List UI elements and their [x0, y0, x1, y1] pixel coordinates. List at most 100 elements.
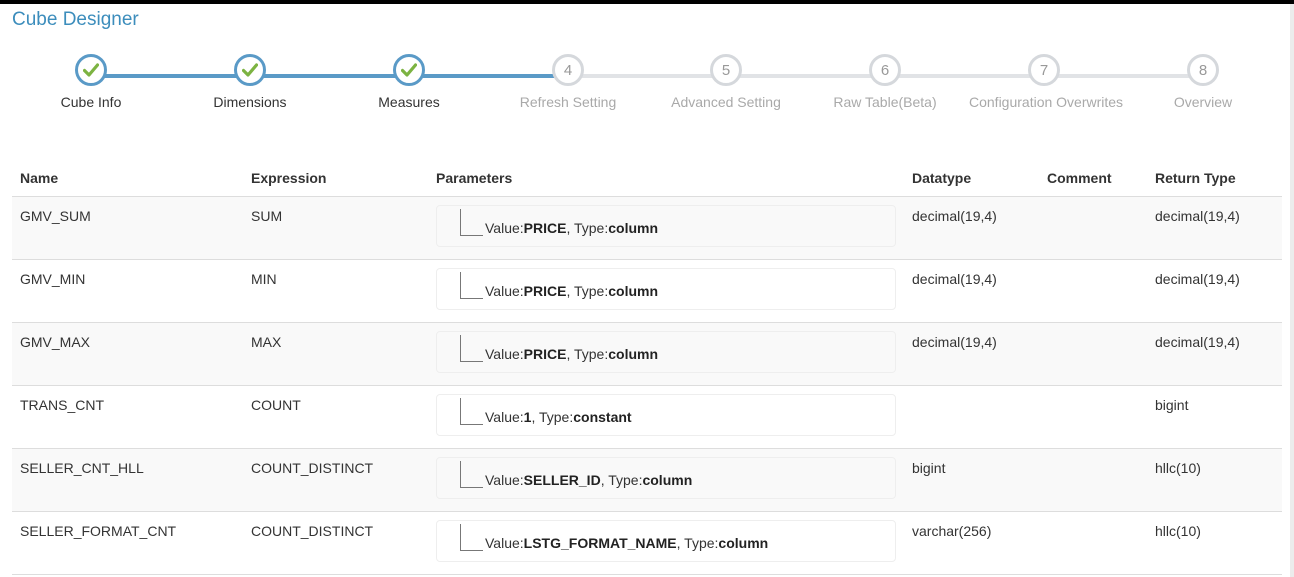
table-row[interactable]: TRANS_CNT COUNT Value:1, Type:constant bigi…: [12, 385, 1282, 448]
parameter-type: column: [718, 535, 769, 551]
parameter-value: PRICE: [523, 220, 567, 236]
measure-name: SELLER_FORMAT_CNT: [20, 523, 177, 539]
wizard-step-3[interactable]: Measures: [334, 54, 484, 110]
measures-table: Name Expression Parameters Datatype Comm…: [12, 160, 1282, 574]
measure-return-type: bigint: [1155, 397, 1189, 413]
measure-expression: SUM: [251, 208, 283, 224]
measure-expression: MIN: [251, 271, 277, 287]
parameter-value: PRICE: [523, 283, 567, 299]
parameter-tree: Value:PRICE, Type:column: [436, 331, 896, 373]
measure-datatype: decimal(19,4): [912, 208, 997, 224]
tree-connector: [460, 398, 483, 425]
parameter-tree: Value:1, Type:constant: [436, 394, 896, 436]
parameter-type: column: [608, 346, 659, 362]
parameter-value: SELLER_ID: [523, 472, 601, 488]
tree-connector: [460, 524, 483, 551]
parameter-tree: Value:SELLER_ID, Type:column: [436, 457, 896, 499]
tree-connector: [460, 335, 483, 362]
measure-name: SELLER_CNT_HLL: [20, 460, 144, 476]
measure-expression: COUNT: [251, 397, 301, 413]
wizard-steps: Cube Info Dimensions Measures 4 Refresh Sett…: [12, 54, 1282, 124]
wizard-step-1[interactable]: Cube Info: [16, 54, 166, 110]
table-row[interactable]: SELLER_FORMAT_CNT COUNT_DISTINCT Value:LST…: [12, 511, 1282, 574]
wizard-step-6[interactable]: 6 Raw Table(Beta): [810, 54, 960, 110]
type-prefix: , Type:: [600, 472, 643, 488]
check-icon[interactable]: [234, 54, 266, 86]
wizard-step-label: Dimensions: [213, 94, 287, 110]
measure-name: GMV_MIN: [20, 271, 86, 287]
header-expression: Expression: [251, 170, 327, 186]
table-row[interactable]: GMV_MIN MIN Value:PRICE, Type:column decima…: [12, 259, 1282, 322]
check-icon[interactable]: [75, 54, 107, 86]
parameter-text: Value:SELLER_ID, Type:column: [485, 472, 692, 488]
measure-datatype: varchar(256): [912, 523, 992, 539]
tree-connector: [460, 272, 483, 299]
measure-return-type: hllc(10): [1155, 460, 1201, 476]
type-prefix: , Type:: [566, 220, 609, 236]
parameter-text: Value:PRICE, Type:column: [485, 346, 658, 362]
table-body: GMV_SUM SUM Value:PRICE, Type:column decima…: [12, 196, 1282, 574]
wizard-step-label: Cube Info: [60, 94, 122, 110]
parameter-type: column: [608, 283, 659, 299]
value-prefix: Value:: [485, 283, 524, 299]
page-title: Cube Designer: [12, 9, 139, 30]
wizard-step-4[interactable]: 4 Refresh Setting: [493, 54, 643, 110]
value-prefix: Value:: [485, 472, 524, 488]
scrollbar-track[interactable]: [1290, 4, 1294, 577]
parameter-text: Value:PRICE, Type:column: [485, 283, 658, 299]
value-prefix: Value:: [485, 535, 524, 551]
step-number[interactable]: 6: [869, 54, 901, 86]
header-datatype: Datatype: [912, 170, 972, 186]
parameter-tree: Value:LSTG_FORMAT_NAME, Type:column: [436, 520, 896, 562]
wizard-step-label: Advanced Setting: [671, 94, 781, 110]
table-row[interactable]: GMV_SUM SUM Value:PRICE, Type:column decima…: [12, 196, 1282, 259]
type-prefix: , Type:: [566, 283, 609, 299]
type-prefix: , Type:: [676, 535, 719, 551]
measure-expression: COUNT_DISTINCT: [251, 523, 374, 539]
header-return-type: Return Type: [1155, 170, 1236, 186]
step-number[interactable]: 8: [1187, 54, 1219, 86]
wizard-step-label: Raw Table(Beta): [833, 94, 937, 110]
parameter-value: LSTG_FORMAT_NAME: [523, 535, 677, 551]
measure-return-type: decimal(19,4): [1155, 334, 1240, 350]
parameter-type: column: [608, 220, 659, 236]
wizard-step-label: Refresh Setting: [519, 94, 617, 110]
wizard-step-label: Overview: [1173, 94, 1233, 110]
table-header: Name Expression Parameters Datatype Comm…: [12, 160, 1282, 196]
wizard-step-label: Measures: [378, 94, 440, 110]
header-comment: Comment: [1047, 170, 1112, 186]
wizard-step-label: Configuration Overwrites: [969, 94, 1124, 110]
value-prefix: Value:: [485, 346, 524, 362]
window-top-border: [0, 0, 1294, 4]
table-row[interactable]: GMV_MAX MAX Value:PRICE, Type:column decima…: [12, 322, 1282, 385]
parameter-type: column: [642, 472, 693, 488]
parameter-text: Value:1, Type:constant: [485, 409, 632, 425]
parameter-tree: Value:PRICE, Type:column: [436, 205, 896, 247]
step-number[interactable]: 5: [710, 54, 742, 86]
tree-connector: [460, 209, 483, 236]
parameter-text: Value:LSTG_FORMAT_NAME, Type:column: [485, 535, 768, 551]
step-number[interactable]: 7: [1028, 54, 1060, 86]
wizard-step-2[interactable]: Dimensions: [175, 54, 325, 110]
wizard-step-5[interactable]: 5 Advanced Setting: [651, 54, 801, 110]
header-parameters: Parameters: [436, 170, 513, 186]
measure-datatype: decimal(19,4): [912, 271, 997, 287]
type-prefix: , Type:: [566, 346, 609, 362]
value-prefix: Value:: [485, 220, 524, 236]
step-number[interactable]: 4: [552, 54, 584, 86]
value-prefix: Value:: [485, 409, 524, 425]
parameter-type: constant: [573, 409, 632, 425]
check-icon[interactable]: [393, 54, 425, 86]
measure-return-type: hllc(10): [1155, 523, 1201, 539]
parameter-value: PRICE: [523, 346, 567, 362]
measure-name: GMV_MAX: [20, 334, 91, 350]
type-prefix: , Type:: [531, 409, 574, 425]
measure-name: TRANS_CNT: [20, 397, 105, 413]
table-row[interactable]: SELLER_CNT_HLL COUNT_DISTINCT Value:SELLER…: [12, 448, 1282, 511]
measure-expression: MAX: [251, 334, 282, 350]
wizard-step-7[interactable]: 7 Configuration Overwrites: [969, 54, 1124, 110]
measure-datatype: decimal(19,4): [912, 334, 997, 350]
wizard-step-8[interactable]: 8 Overview: [1128, 54, 1278, 110]
measure-datatype: bigint: [912, 460, 946, 476]
parameter-text: Value:PRICE, Type:column: [485, 220, 658, 236]
